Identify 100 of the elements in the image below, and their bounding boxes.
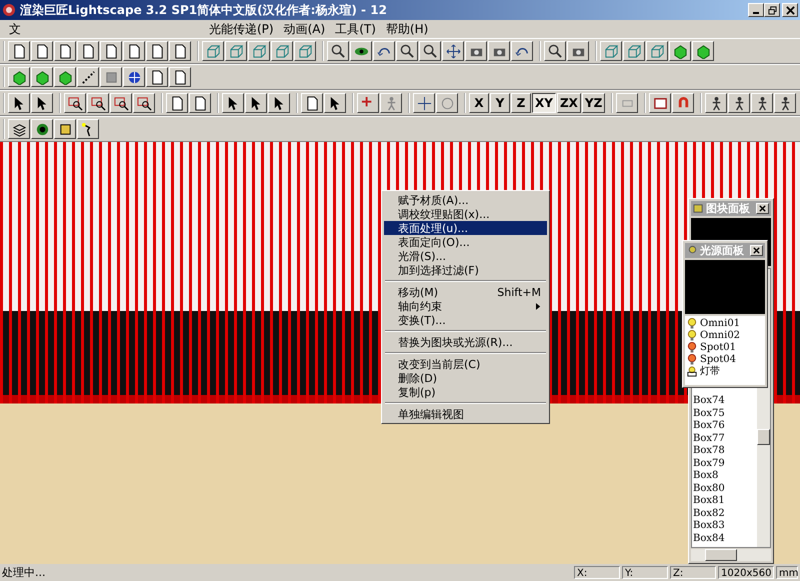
- context-menu-item[interactable]: 复制(p): [384, 385, 547, 399]
- toolbar-button[interactable]: [169, 41, 191, 61]
- toolbar-button[interactable]: [54, 119, 76, 139]
- list-item[interactable]: Box82: [692, 508, 757, 520]
- toolbar-button[interactable]: [8, 41, 30, 61]
- toolbar-button[interactable]: [222, 93, 244, 113]
- scrollbar[interactable]: [691, 549, 771, 561]
- list-item[interactable]: Box78: [692, 445, 757, 458]
- toolbar-button[interactable]: [465, 41, 487, 61]
- toolbar-button[interactable]: [8, 67, 30, 87]
- toolbar-button[interactable]: [87, 93, 109, 113]
- list-item[interactable]: Box79: [692, 458, 757, 470]
- toolbar-button[interactable]: [649, 93, 672, 113]
- axis-button[interactable]: ZX: [556, 93, 581, 113]
- toolbar-button[interactable]: [488, 41, 510, 61]
- toolbar-button[interactable]: [692, 41, 714, 61]
- toolbar-button[interactable]: [380, 93, 402, 113]
- toolbar-button[interactable]: [324, 93, 346, 113]
- menu-item[interactable]: 动画(A): [278, 20, 330, 38]
- axis-button[interactable]: X: [469, 93, 489, 113]
- context-menu-item[interactable]: 表面处理(u)...: [384, 221, 547, 235]
- context-menu-item[interactable]: 替换为图块或光源(R)...: [384, 335, 547, 349]
- toolbar-button[interactable]: [245, 93, 267, 113]
- toolbar-button[interactable]: [31, 41, 53, 61]
- toolbar-button[interactable]: [419, 41, 441, 61]
- toolbar-button[interactable]: [133, 93, 155, 113]
- toolbar-button[interactable]: [373, 41, 395, 61]
- toolbar-button[interactable]: [705, 93, 728, 113]
- list-item[interactable]: Box81: [692, 495, 757, 508]
- toolbar-button[interactable]: [436, 93, 458, 113]
- toolbar-button[interactable]: [100, 41, 122, 61]
- toolbar-button[interactable]: [54, 41, 76, 61]
- toolbar-button[interactable]: [357, 93, 379, 113]
- menu-item[interactable]: 帮助(H): [380, 20, 434, 38]
- toolbar-button[interactable]: [728, 93, 750, 113]
- context-menu-item[interactable]: 轴向约束: [384, 299, 547, 313]
- toolbar-button[interactable]: [301, 93, 323, 113]
- toolbar-button[interactable]: [646, 41, 668, 61]
- toolbar-button[interactable]: [8, 93, 30, 113]
- axis-button[interactable]: XY: [532, 93, 556, 113]
- toolbar-button[interactable]: [202, 41, 224, 61]
- toolbar-button[interactable]: [248, 41, 270, 61]
- toolbar-button[interactable]: [672, 93, 694, 113]
- toolbar-button[interactable]: [146, 67, 168, 87]
- light-name[interactable]: 灯带: [700, 364, 720, 378]
- toolbar-button[interactable]: [31, 93, 53, 113]
- toolbar-button[interactable]: [327, 41, 349, 61]
- context-menu-item[interactable]: 单独编辑视图: [384, 407, 547, 421]
- minimize-button[interactable]: [748, 3, 764, 17]
- toolbar-button[interactable]: [189, 93, 211, 113]
- toolbar-button[interactable]: [110, 93, 132, 113]
- toolbar-button[interactable]: [31, 67, 53, 87]
- restore-button[interactable]: [764, 3, 780, 17]
- toolbar-button[interactable]: [271, 41, 293, 61]
- close-button[interactable]: [750, 245, 763, 256]
- list-item[interactable]: Box8: [692, 470, 757, 482]
- toolbar-button[interactable]: [774, 93, 796, 113]
- context-menu-item[interactable]: 删除(D): [384, 371, 547, 385]
- toolbar-button[interactable]: [268, 93, 290, 113]
- toolbar-button[interactable]: [616, 93, 638, 113]
- context-menu-item[interactable]: 赋予材质(A)...: [384, 193, 547, 207]
- menu-item[interactable]: 文: [4, 20, 26, 38]
- toolbar-button[interactable]: [166, 93, 188, 113]
- list-item[interactable]: Box77: [692, 432, 757, 445]
- light-name[interactable]: Omni02: [700, 330, 740, 340]
- toolbar-button[interactable]: [77, 67, 99, 87]
- list-item[interactable]: Box75: [692, 408, 757, 420]
- toolbar-button[interactable]: [623, 41, 645, 61]
- toolbar-button[interactable]: [64, 93, 86, 113]
- light-name[interactable]: Spot01: [700, 342, 736, 352]
- toolbar-button[interactable]: [511, 41, 533, 61]
- light-name[interactable]: Omni01: [700, 318, 740, 328]
- toolbar-button[interactable]: [123, 67, 145, 87]
- toolbar-button[interactable]: [442, 41, 464, 61]
- list-item[interactable]: Box83: [692, 520, 757, 532]
- axis-button[interactable]: YZ: [582, 93, 606, 113]
- axis-button[interactable]: Z: [511, 93, 531, 113]
- context-menu-item[interactable]: 移动(M) Shift+M: [384, 285, 547, 299]
- close-button[interactable]: [782, 3, 798, 17]
- context-menu-item[interactable]: 变换(T)...: [384, 313, 547, 327]
- list-item[interactable]: Box84: [692, 532, 757, 545]
- context-menu-item[interactable]: 加到选择过滤(F): [384, 263, 547, 277]
- toolbar-button[interactable]: [31, 119, 53, 139]
- toolbar-button[interactable]: [169, 67, 191, 87]
- toolbar-button[interactable]: [751, 93, 774, 113]
- toolbar-button[interactable]: [669, 41, 691, 61]
- list-item[interactable]: Box80: [692, 482, 757, 495]
- toolbar-button[interactable]: [413, 93, 435, 113]
- context-menu-item[interactable]: 光滑(S)...: [384, 249, 547, 263]
- toolbar-button[interactable]: [123, 41, 145, 61]
- context-menu-item[interactable]: 调校纹理贴图(x)...: [384, 207, 547, 221]
- toolbar-button[interactable]: [567, 41, 589, 61]
- light-name[interactable]: Spot04: [700, 354, 736, 364]
- list-item[interactable]: Box74: [692, 395, 757, 408]
- toolbar-button[interactable]: [54, 67, 76, 87]
- menu-item[interactable]: 工具(T): [330, 20, 381, 38]
- toolbar-button[interactable]: [77, 41, 99, 61]
- list-item[interactable]: Box76: [692, 420, 757, 432]
- toolbar-button[interactable]: [146, 41, 168, 61]
- toolbar-button[interactable]: [350, 41, 372, 61]
